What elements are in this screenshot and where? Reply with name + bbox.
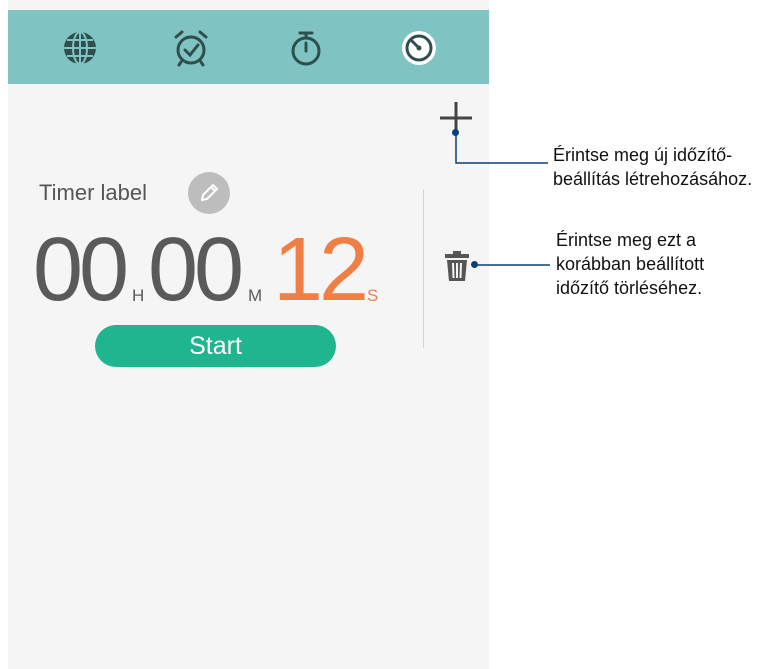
delete-callout-line1: Érintse meg ezt a [556,230,697,250]
edit-label-button[interactable] [188,172,230,214]
start-button[interactable]: Start [95,325,336,367]
tab-world-clock[interactable] [52,20,108,76]
delete-callout-line2: korábban beállított [556,254,705,274]
seconds-value[interactable]: 12 [273,225,369,315]
tab-timer[interactable] [391,20,447,76]
tab-stopwatch[interactable] [278,20,334,76]
add-callout-line1: Érintse meg új időzítő- [553,145,733,165]
delete-callout-dot [471,261,478,268]
minutes-unit: M [248,286,263,305]
delete-callout-line3: időzítő törléséhez. [556,278,703,298]
add-timer-callout: Érintse meg új időzítő- beállítás létreh… [553,143,752,191]
hours-value[interactable]: 00 [33,225,129,315]
pencil-icon [201,184,218,201]
vertical-divider [423,190,424,348]
timer-label: Timer label [39,180,147,205]
alarm-clock-icon [174,30,208,67]
hours-unit: H [132,286,145,305]
minutes-value[interactable]: 00 [148,225,244,315]
seconds-unit: S [367,286,379,305]
add-callout-line2: beállítás létrehozásához. [553,169,753,189]
delete-timer-callout: Érintse meg ezt a korábban beállított id… [556,228,704,300]
delete-timer-button[interactable] [442,248,472,284]
tab-alarm[interactable] [163,20,219,76]
tab-bar [8,10,489,84]
add-callout-dot [452,129,459,136]
timer-screen: Timer label 00 H 00 M 12 S Start [8,0,489,669]
globe-icon [64,31,96,65]
stopwatch-icon [291,31,321,66]
timer-icon [402,31,436,65]
